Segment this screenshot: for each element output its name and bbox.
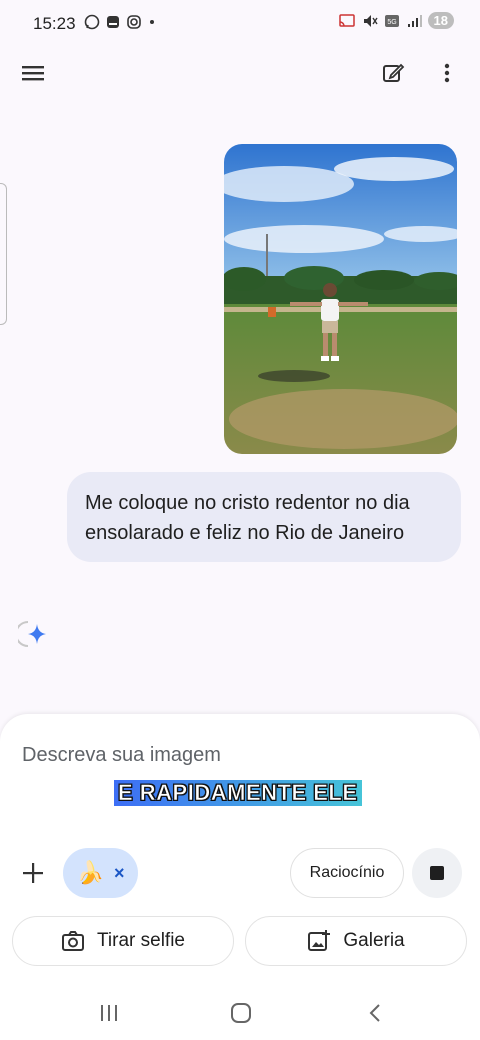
user-message-bubble[interactable]: Me coloque no cristo redentor no dia ens… xyxy=(67,472,461,562)
edit-icon[interactable] xyxy=(378,58,408,88)
svg-text:5G: 5G xyxy=(387,19,396,26)
status-bar: 15:23 5G 18 xyxy=(0,0,480,48)
recent-apps-icon[interactable] xyxy=(94,1000,124,1026)
chip-close-icon[interactable]: × xyxy=(114,863,125,884)
5g-icon: 5G xyxy=(384,14,399,27)
menu-icon[interactable] xyxy=(18,58,48,88)
take-selfie-label: Tirar selfie xyxy=(97,930,185,951)
uploaded-photo[interactable] xyxy=(224,144,457,454)
back-icon[interactable] xyxy=(360,1000,390,1026)
top-app-bar xyxy=(0,52,480,96)
system-nav-bar xyxy=(0,990,480,1040)
stop-button[interactable] xyxy=(412,848,462,898)
gallery-label: Galeria xyxy=(343,930,405,951)
prompt-input[interactable]: Descreva sua imagem xyxy=(22,744,221,767)
cast-icon xyxy=(338,13,355,27)
gallery-button[interactable]: Galeria xyxy=(245,916,467,966)
battery-badge: 18 xyxy=(427,12,454,29)
camera-icon xyxy=(62,931,84,951)
video-caption-overlay: E RAPIDAMENTE ELE xyxy=(114,780,362,806)
take-selfie-button[interactable]: Tirar selfie xyxy=(12,916,234,966)
stop-icon xyxy=(430,866,444,880)
banana-icon: 🍌 xyxy=(76,860,104,885)
image-tool-chip[interactable]: 🍌 × xyxy=(63,848,138,898)
home-icon[interactable] xyxy=(226,1000,256,1026)
add-icon[interactable] xyxy=(20,860,46,886)
gemini-spark-icon xyxy=(15,618,50,650)
status-right-icons: 5G 18 xyxy=(338,12,454,29)
instagram-icon xyxy=(127,15,141,29)
notification-icon xyxy=(107,16,119,28)
add-photo-icon xyxy=(308,930,331,951)
dot-icon xyxy=(150,20,154,24)
signal-icon xyxy=(407,14,422,27)
mute-icon xyxy=(363,14,378,27)
status-left-icons xyxy=(84,14,157,30)
reasoning-button[interactable]: Raciocínio xyxy=(290,848,404,898)
more-vert-icon[interactable] xyxy=(432,58,462,88)
whatsapp-icon xyxy=(84,14,100,30)
status-time: 15:23 xyxy=(33,14,76,33)
side-panel-handle[interactable] xyxy=(0,183,7,325)
